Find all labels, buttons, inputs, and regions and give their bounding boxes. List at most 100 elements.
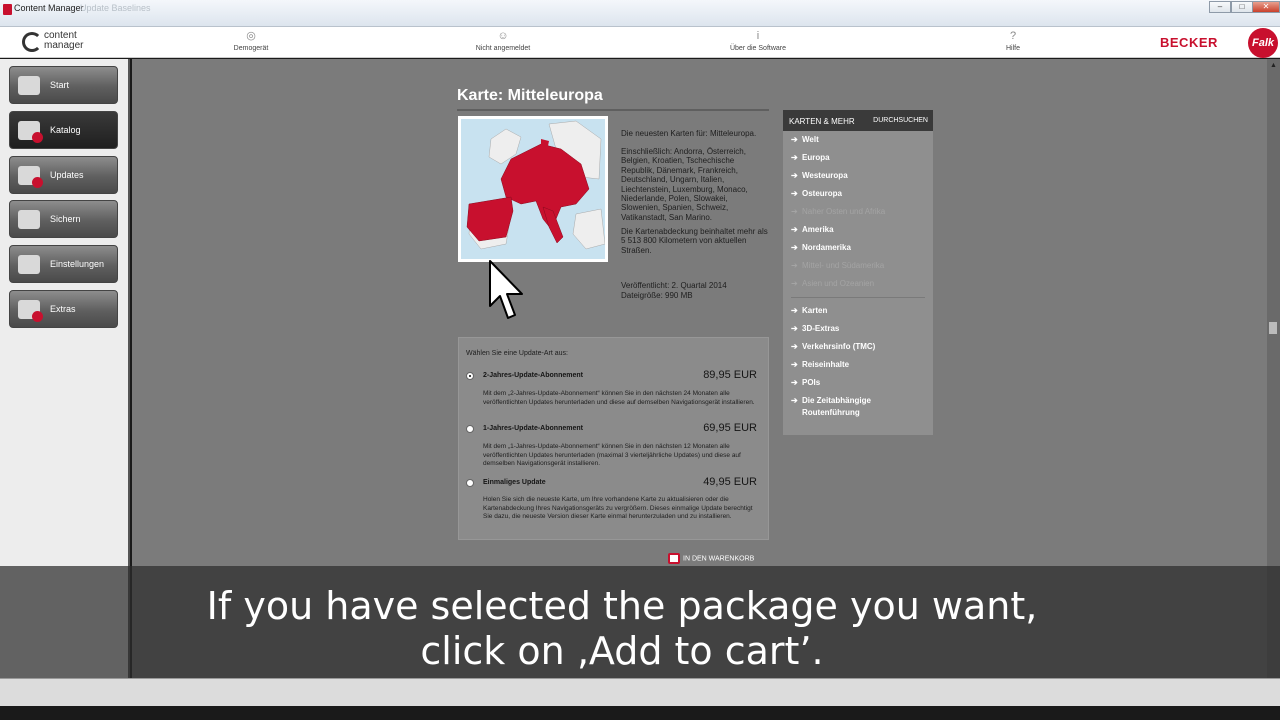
- maps-and-more-header: KARTEN & MEHR DURCHSUCHEN: [783, 110, 933, 131]
- region-label: Asien und Ozeanien: [802, 279, 875, 288]
- about-software-label: Über die Software: [729, 45, 787, 52]
- close-icon[interactable]: ✕: [1252, 1, 1280, 13]
- start-icon: [18, 76, 40, 95]
- demo-device-label: Demogerät: [233, 45, 269, 52]
- option-name[interactable]: 1-Jahres-Update-Abonnement: [483, 425, 583, 432]
- file-size: Dateigröße: 990 MB: [621, 291, 693, 300]
- add-to-cart-button[interactable]: IN DEN WARENKORB: [668, 553, 754, 564]
- region-label: Welt: [802, 135, 819, 144]
- sidebar-item-extras[interactable]: Extras: [9, 290, 118, 328]
- arrow-right-icon: ➔: [791, 360, 798, 369]
- login-status-button[interactable]: ☺ Nicht angemeldet: [466, 29, 540, 52]
- option-description: Mit dem „2-Jahres-Update-Abonnement“ kön…: [483, 390, 755, 406]
- arrow-right-icon: ➔: [791, 261, 798, 270]
- category-link-pois[interactable]: ➔ POIs: [791, 377, 820, 389]
- category-link-reiseinhalte[interactable]: ➔ Reiseinhalte: [791, 359, 849, 371]
- sidebar-item-einstellungen[interactable]: Einstellungen: [9, 245, 118, 283]
- option-name[interactable]: 2-Jahres-Update-Abonnement: [483, 372, 583, 379]
- settings-icon: [18, 255, 40, 274]
- arrow-right-icon: ➔: [791, 207, 798, 216]
- title-bar: Content Manager Update Baselines – □ ✕: [0, 0, 1280, 27]
- region-label: Europa: [802, 153, 830, 162]
- region-link-naher-osten: ➔ Naher Osten und Afrika: [791, 206, 885, 218]
- catalog-icon: [18, 121, 43, 143]
- save-disk-icon: [18, 210, 40, 229]
- arrow-right-icon: ➔: [791, 225, 798, 234]
- option-name[interactable]: Einmaliges Update: [483, 479, 546, 486]
- help-icon: ?: [1009, 30, 1017, 42]
- category-label: Die Zeitabhängige: [802, 396, 871, 405]
- category-label: 3D-Extras: [802, 324, 840, 333]
- arrow-right-icon: ➔: [791, 378, 798, 387]
- update-options-panel: Wählen Sie eine Update-Art aus: 2-Jahres…: [458, 337, 769, 540]
- map-preview-image: [458, 116, 608, 262]
- sidebar-item-katalog[interactable]: Katalog: [9, 111, 118, 149]
- option-single-update-radio[interactable]: [466, 479, 474, 487]
- help-button[interactable]: ? Hilfe: [998, 29, 1028, 52]
- extras-star-icon: [18, 300, 43, 322]
- window-title: Content Manager: [14, 3, 84, 13]
- sidebar-item-sichern[interactable]: Sichern: [9, 200, 118, 238]
- app-logo: content manager: [44, 31, 83, 51]
- help-label: Hilfe: [1005, 45, 1020, 52]
- option-1-year-radio[interactable]: [466, 425, 474, 433]
- arrow-right-icon: ➔: [791, 153, 798, 162]
- sidebar-item-start[interactable]: Start: [9, 66, 118, 104]
- user-icon: ☺: [497, 30, 509, 42]
- minimize-icon[interactable]: –: [1209, 1, 1231, 13]
- category-link-3d-extras[interactable]: ➔ 3D-Extras: [791, 323, 839, 335]
- sidebar-item-label: Start: [50, 80, 70, 90]
- category-label-line2: Routenführung: [802, 408, 860, 417]
- title-divider: [457, 109, 769, 111]
- sidebox-divider: [791, 297, 925, 298]
- category-label: Reiseinhalte: [802, 360, 850, 369]
- scroll-up-icon[interactable]: ▲: [1269, 61, 1278, 70]
- region-link-amerika[interactable]: ➔ Amerika: [791, 224, 834, 236]
- region-link-welt[interactable]: ➔ Welt: [791, 134, 819, 146]
- update-type-prompt: Wählen Sie eine Update-Art aus:: [466, 350, 568, 357]
- option-price: 89,95 EUR: [703, 369, 757, 381]
- category-link-tmc[interactable]: ➔ Verkehrsinfo (TMC): [791, 341, 875, 353]
- arrow-right-icon: ➔: [791, 306, 798, 315]
- scroll-thumb[interactable]: [1269, 322, 1277, 334]
- arrow-right-icon: ➔: [791, 189, 798, 198]
- option-description: Holen Sie sich die neueste Karte, um Ihr…: [483, 496, 753, 521]
- region-link-westeuropa[interactable]: ➔ Westeuropa: [791, 170, 848, 182]
- arrow-right-icon: ➔: [791, 324, 798, 333]
- sidebar-item-updates[interactable]: Updates: [9, 156, 118, 194]
- option-price: 49,95 EUR: [703, 476, 757, 488]
- browse-link[interactable]: DURCHSUCHEN: [873, 117, 928, 124]
- login-status-label: Nicht angemeldet: [475, 45, 531, 52]
- category-link-karten[interactable]: ➔ Karten: [791, 305, 827, 317]
- option-2-year-radio[interactable]: [466, 372, 474, 380]
- maximize-icon[interactable]: □: [1231, 1, 1253, 13]
- category-link-zeitabhaengige-routenfuehrung[interactable]: ➔ Die Zeitabhängige Routenführung: [791, 395, 871, 419]
- published-date: Veröffentlicht: 2. Quartal 2014: [621, 281, 727, 290]
- region-label: Osteuropa: [802, 189, 843, 198]
- region-link-suedamerika: ➔ Mittel- und Südamerika: [791, 260, 884, 272]
- region-label: Nordamerika: [802, 243, 851, 252]
- map-countries-text: Einschließlich: Andorra, Österreich, Bel…: [621, 147, 748, 222]
- region-link-nordamerika[interactable]: ➔ Nordamerika: [791, 242, 851, 254]
- category-label: POIs: [802, 378, 821, 387]
- logo-line-2: manager: [44, 40, 84, 51]
- sidebar-item-label: Extras: [50, 304, 76, 314]
- arrow-right-icon: ➔: [791, 135, 798, 144]
- mouse-pointer-icon: [489, 260, 523, 319]
- arrow-right-icon: ➔: [791, 279, 798, 288]
- sidebar-item-label: Updates: [50, 170, 84, 180]
- arrow-right-icon: ➔: [791, 243, 798, 252]
- add-to-cart-label: IN DEN WARENKORB: [683, 555, 755, 563]
- region-link-europa[interactable]: ➔ Europa: [791, 152, 830, 164]
- about-software-button[interactable]: i Über die Software: [722, 29, 794, 52]
- content-manager-logo-icon: [22, 32, 42, 52]
- arrow-right-icon: ➔: [791, 342, 798, 351]
- region-label: Amerika: [802, 225, 834, 234]
- demo-device-button[interactable]: ◎ Demogerät: [220, 29, 282, 52]
- category-label: Karten: [802, 306, 828, 315]
- category-label: Verkehrsinfo (TMC): [802, 342, 876, 351]
- info-icon: i: [756, 30, 760, 42]
- updates-icon: [18, 166, 43, 188]
- app-icon: [3, 4, 12, 15]
- region-link-osteuropa[interactable]: ➔ Osteuropa: [791, 188, 842, 200]
